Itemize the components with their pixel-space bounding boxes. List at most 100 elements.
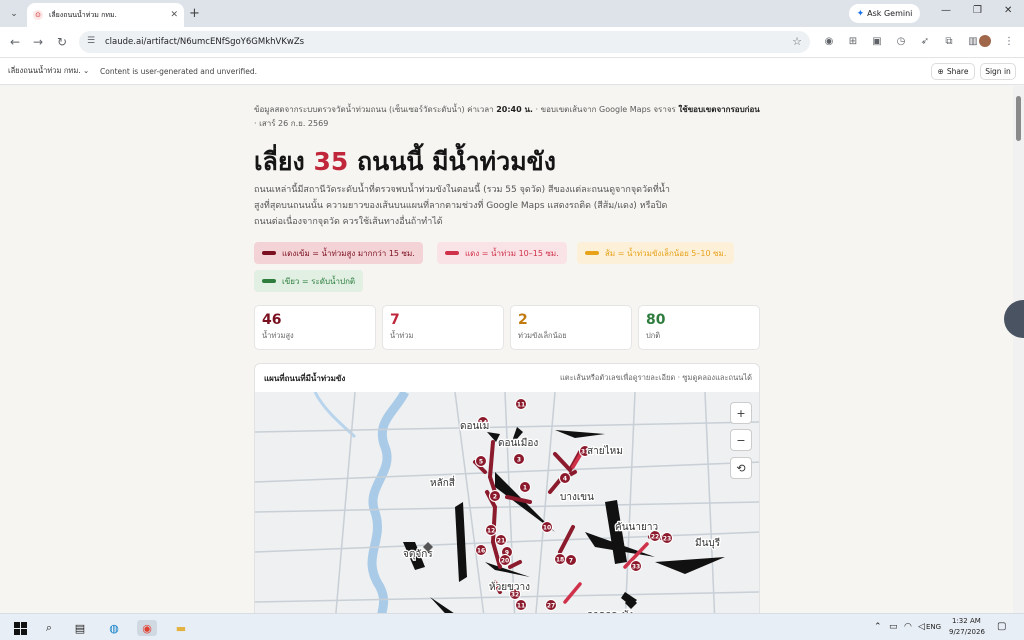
wifi-icon[interactable]: ◠ xyxy=(904,622,912,632)
file-explorer-icon[interactable]: ▬ xyxy=(172,620,190,636)
stat-value: 7 xyxy=(390,312,400,328)
map-marker[interactable]: 11 xyxy=(515,398,527,410)
reset-view-button[interactable]: ⟲ xyxy=(730,457,752,479)
windows-start-icon[interactable] xyxy=(12,620,28,636)
maximize-icon[interactable]: ❐ xyxy=(973,5,982,16)
map-header: แผนที่ถนนที่มีน้ำท่วมขัง แตะเส้นหรือตัวเ… xyxy=(255,364,759,392)
swatch xyxy=(445,251,459,255)
stat-normal: 80 ปกติ xyxy=(638,305,760,350)
traffic-shapes xyxy=(403,427,725,613)
map-marker[interactable]: 4 xyxy=(559,472,571,484)
marker-number: 7 xyxy=(569,558,573,565)
map-marker[interactable]: 1 xyxy=(519,481,531,493)
map-marker[interactable]: 20 xyxy=(499,554,511,566)
search-icon[interactable]: ⌕ xyxy=(41,620,57,636)
notifications-icon[interactable]: ▢ xyxy=(997,621,1006,632)
map-marker[interactable]: 2 xyxy=(489,490,501,502)
place-label: ดอนเม xyxy=(460,421,489,432)
puzzle-icon[interactable]: ⧉ xyxy=(943,35,955,47)
map-marker[interactable]: 18 xyxy=(554,553,566,565)
map-marker[interactable]: 5 xyxy=(475,455,487,467)
browser-toolbar: ← → ↻ ☰ claude.ai/artifact/N6umcENfSgoY6… xyxy=(0,27,1024,57)
sidebar-icon[interactable]: ▥ xyxy=(967,35,979,47)
forward-icon[interactable]: → xyxy=(33,35,43,49)
ask-gemini-label: Ask Gemini xyxy=(867,9,913,18)
close-tab-icon[interactable]: ✕ xyxy=(170,10,178,20)
zoom-in-button[interactable]: + xyxy=(730,402,752,424)
map-marker[interactable]: 16 xyxy=(475,544,487,556)
tray-chevron-icon[interactable]: ⌃ xyxy=(874,622,882,632)
stats-row: 46 น้ำท่วมสูง 7 น้ำท่วม 2 ท่วมขังเล็กน้อย 8… xyxy=(254,305,760,350)
timer-icon[interactable]: ◷ xyxy=(895,35,907,47)
ask-gemini-button[interactable]: ✦ Ask Gemini xyxy=(849,4,920,23)
marker-number: 5 xyxy=(479,459,483,466)
map-title: แผนที่ถนนที่มีน้ำท่วมขัง xyxy=(264,373,346,383)
tab-title: เลี่ยงถนนน้ำท่วม กทม. xyxy=(49,10,117,19)
site-info-icon[interactable]: ☰ xyxy=(87,36,95,46)
back-icon[interactable]: ← xyxy=(10,35,20,49)
favicon-icon: ⊙ xyxy=(33,10,43,20)
bookmark-star-icon[interactable]: ☆ xyxy=(792,35,802,48)
signin-button[interactable]: Sign in xyxy=(980,63,1016,80)
marker-number: 23 xyxy=(663,536,671,543)
marker-number: 33 xyxy=(632,564,640,571)
reload-icon[interactable]: ↻ xyxy=(57,35,67,49)
translate-icon[interactable]: ⊞ xyxy=(847,35,859,47)
stat-value: 2 xyxy=(518,312,528,328)
menu-kebab-icon[interactable]: ⋮ xyxy=(1003,35,1015,47)
edge-icon[interactable]: ◍ xyxy=(105,620,123,636)
marker-number: 22 xyxy=(651,534,659,541)
map-hint: แตะเส้นหรือตัวเลขเพื่อดูรายละเอียด · ซูม… xyxy=(559,373,752,382)
artifact-name[interactable]: เลี่ยงถนนน้ำท่วม กทม. ⌄ xyxy=(8,65,89,77)
language-indicator[interactable]: ENG xyxy=(926,623,941,631)
browser-tab[interactable]: ⊙ เลี่ยงถนนน้ำท่วม กทม. ✕ xyxy=(27,3,184,27)
legend-label: เขียว = ระดับน้ำปกติ xyxy=(282,276,356,286)
marker-number: 11 xyxy=(517,402,525,409)
marker-number: 2 xyxy=(493,494,497,501)
volume-icon[interactable]: ◁ xyxy=(918,622,925,632)
stat-minor: 2 ท่วมขังเล็กน้อย xyxy=(510,305,632,350)
map-marker[interactable]: 12 xyxy=(485,524,497,536)
map-marker[interactable]: 21 xyxy=(495,534,507,546)
share-button[interactable]: ⊕ Share xyxy=(931,63,975,80)
profile-avatar[interactable] xyxy=(979,35,991,47)
zoom-out-button[interactable]: − xyxy=(730,429,752,451)
map-marker[interactable]: 10 xyxy=(541,521,553,533)
close-window-icon[interactable]: ✕ xyxy=(1004,5,1012,16)
address-bar[interactable]: ☰ claude.ai/artifact/N6umcENfSgoY6GMkhVK… xyxy=(79,31,810,53)
task-view-icon[interactable]: ▤ xyxy=(72,620,88,636)
stat-label: ปกติ xyxy=(646,331,661,340)
feather-icon[interactable]: ➶ xyxy=(919,35,931,47)
legend-green: เขียว = ระดับน้ำปกติ xyxy=(254,270,364,292)
stat-value: 80 xyxy=(646,312,666,328)
network-icon[interactable]: ▭ xyxy=(889,622,898,632)
clock-date[interactable]: 9/27/2026 xyxy=(949,628,985,636)
headline-number: 35 xyxy=(313,147,349,176)
map-marker[interactable]: 11 xyxy=(515,599,527,611)
map-marker[interactable]: 3 xyxy=(513,453,525,465)
map-marker[interactable]: 23 xyxy=(661,532,673,544)
map-marker[interactable]: 27 xyxy=(545,599,557,611)
marker-number: 20 xyxy=(501,558,509,565)
map-marker[interactable]: 33 xyxy=(630,560,642,572)
tab-search-icon[interactable]: ⌄ xyxy=(5,5,23,23)
windows-logo-icon xyxy=(13,621,27,635)
scrollbar-thumb[interactable] xyxy=(1016,96,1021,141)
legend-label: แดงเข้ม = น้ำท่วมสูง มากกว่า 15 ซม. xyxy=(282,248,415,258)
page-scrollbar[interactable] xyxy=(1013,86,1024,613)
page-title: เลี่ยง 35 ถนนนี้ มีน้ำท่วมขัง xyxy=(254,142,556,182)
flood-map[interactable]: 111435214311221161018 7922 233332202711 ดอ… xyxy=(255,392,760,613)
stat-flooded: 7 น้ำท่วม xyxy=(382,305,504,350)
clock-time[interactable]: 1:32 AM xyxy=(952,617,981,625)
camera-icon[interactable]: ◉ xyxy=(823,35,835,47)
map-card: แผนที่ถนนที่มีน้ำท่วมขัง แตะเส้นหรือตัวเ… xyxy=(254,363,760,613)
extension-icon[interactable]: ▣ xyxy=(871,35,883,47)
swatch xyxy=(585,251,599,255)
minimize-icon[interactable]: — xyxy=(941,5,951,16)
marker-number: 16 xyxy=(477,548,485,555)
new-tab-icon[interactable]: + xyxy=(189,6,200,21)
map-marker[interactable]: 7 xyxy=(565,554,577,566)
marker-number: 27 xyxy=(547,603,555,610)
marker-number: 11 xyxy=(517,603,525,610)
chrome-icon[interactable]: ◉ xyxy=(137,620,157,636)
